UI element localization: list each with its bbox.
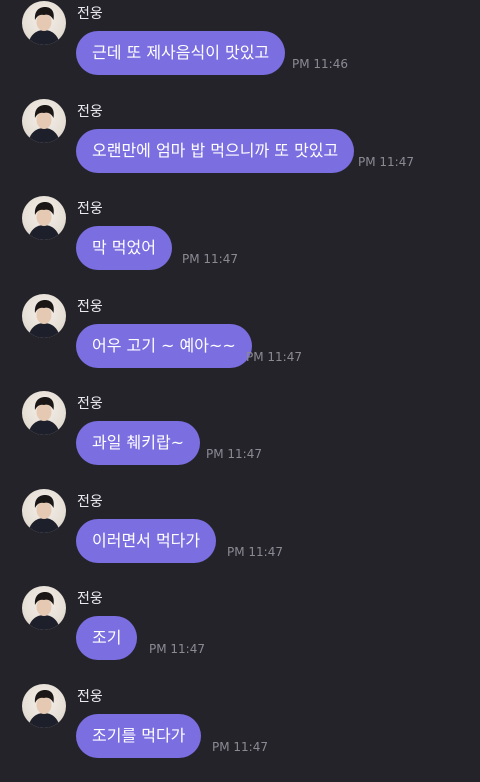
avatar[interactable] — [22, 1, 66, 45]
message-time: PM 11:47 — [212, 740, 268, 754]
message-time: PM 11:47 — [149, 642, 205, 656]
message-row: 전웅 조기를 먹다가 PM 11:47 — [0, 684, 480, 782]
profile-photo-icon — [28, 300, 60, 338]
message-bubble[interactable]: 어우 고기 ~ 예아~~ — [76, 324, 252, 368]
message-row: 전웅 어우 고기 ~ 예아~~ PM 11:47 — [0, 294, 480, 392]
sender-name: 전웅 — [77, 6, 103, 22]
profile-photo-icon — [28, 397, 60, 435]
profile-photo-icon — [28, 495, 60, 533]
message-row: 전웅 막 먹었어 PM 11:47 — [0, 196, 480, 294]
message-time: PM 11:47 — [227, 545, 283, 559]
avatar[interactable] — [22, 586, 66, 630]
message-bubble[interactable]: 조기 — [76, 616, 138, 660]
message-time: PM 11:47 — [182, 252, 238, 266]
avatar[interactable] — [22, 391, 66, 435]
message-time: PM 11:46 — [292, 57, 348, 71]
profile-photo-icon — [28, 592, 60, 630]
profile-photo-icon — [28, 202, 60, 240]
profile-photo-icon — [28, 7, 60, 45]
message-bubble[interactable]: 과일 췌키랍~ — [76, 421, 201, 465]
avatar[interactable] — [22, 196, 66, 240]
message-row: 전웅 과일 췌키랍~ PM 11:47 — [0, 391, 480, 489]
message-row: 전웅 근데 또 제사음식이 맛있고 PM 11:46 — [0, 1, 480, 99]
message-row: 전웅 조기 PM 11:47 — [0, 586, 480, 684]
avatar[interactable] — [22, 684, 66, 728]
message-bubble[interactable]: 오랜만에 엄마 밥 먹으니까 또 맛있고 — [76, 129, 355, 173]
avatar[interactable] — [22, 489, 66, 533]
message-row: 전웅 오랜만에 엄마 밥 먹으니까 또 맛있고 PM 11:47 — [0, 99, 480, 197]
profile-photo-icon — [28, 105, 60, 143]
sender-name: 전웅 — [77, 396, 103, 412]
message-time: PM 11:47 — [246, 350, 302, 364]
sender-name: 전웅 — [77, 689, 103, 705]
message-time: PM 11:47 — [358, 155, 414, 169]
message-time: PM 11:47 — [206, 447, 262, 461]
profile-photo-icon — [28, 690, 60, 728]
sender-name: 전웅 — [77, 201, 103, 217]
message-bubble[interactable]: 조기를 먹다가 — [76, 714, 202, 758]
avatar[interactable] — [22, 99, 66, 143]
sender-name: 전웅 — [77, 299, 103, 315]
message-row: 전웅 이러면서 먹다가 PM 11:47 — [0, 489, 480, 587]
avatar[interactable] — [22, 294, 66, 338]
message-bubble[interactable]: 이러면서 먹다가 — [76, 519, 217, 563]
message-bubble[interactable]: 근데 또 제사음식이 맛있고 — [76, 31, 286, 75]
message-bubble[interactable]: 막 먹었어 — [76, 226, 172, 270]
chat-thread: 전웅 근데 또 제사음식이 맛있고 PM 11:46 전웅 오랜만에 엄마 밥 … — [0, 0, 480, 780]
sender-name: 전웅 — [77, 494, 103, 510]
sender-name: 전웅 — [77, 591, 103, 607]
sender-name: 전웅 — [77, 104, 103, 120]
